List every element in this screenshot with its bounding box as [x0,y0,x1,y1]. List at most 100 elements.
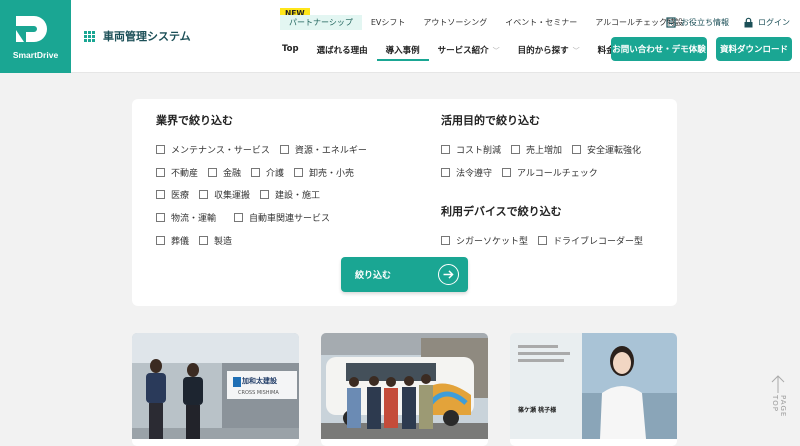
checkbox-box[interactable] [511,145,521,154]
case-study-card[interactable] [321,333,488,446]
checkbox-box[interactable] [156,145,165,154]
checkbox-label: 安全運転強化 [587,146,642,156]
case-study-card[interactable]: 加和太建設 CROSS MISHIMA [132,333,299,446]
nav-services-label: サービス紹介 [437,46,489,56]
checkbox-cigar-socket[interactable]: シガーソケット型 [441,234,528,247]
nav-case-studies[interactable]: 導入事例 [376,44,429,61]
book-icon [666,17,676,28]
checkbox-care[interactable]: 介護 [251,166,284,179]
industry-filter-title: 業界で絞り込む [156,114,233,127]
checkbox-funeral[interactable]: 葬儀 [156,234,189,247]
checkbox-energy[interactable]: 資源・エネルギー [279,143,367,156]
brand-name: SmartDrive [12,50,59,60]
checkbox-sales-increase[interactable]: 売上増加 [511,143,562,156]
industry-row: 物流・運輸 自動車関連サービス [156,211,340,224]
checkbox-label: 物流・運輸 [171,214,217,224]
checkbox-box[interactable] [260,190,270,199]
useful-info-label: お役立ち情報 [681,18,729,27]
checkbox-logistics[interactable]: 物流・運輸 [156,211,216,224]
checkbox-construction[interactable]: 建設・施工 [260,188,320,201]
topnav-partnership[interactable]: パートナーシップ [280,15,362,30]
nav-top[interactable]: Top [273,44,308,61]
login-link[interactable]: ログイン [743,17,790,28]
checkbox-auto-services[interactable]: 自動車関連サービス [234,211,330,224]
nav-by-purpose[interactable]: 目的から探す ﹀ [509,44,589,61]
device-filter-title: 利用デバイスで絞り込む [441,205,562,218]
checkbox-label: アルコールチェック [517,169,598,179]
checkbox-box[interactable] [208,168,218,177]
login-label: ログイン [758,18,790,27]
checkbox-box[interactable] [572,145,582,154]
checkbox-label: 不動産 [171,169,199,179]
logo-mark-icon [16,16,47,42]
checkbox-label: 介護 [266,169,285,179]
checkbox-alcohol-check[interactable]: アルコールチェック [502,166,598,179]
checkbox-box[interactable] [441,236,450,245]
checkbox-real-estate[interactable]: 不動産 [156,166,198,179]
checkbox-safe-driving[interactable]: 安全運転強化 [572,143,641,156]
checkbox-box[interactable] [441,145,450,154]
checkbox-label: 売上増加 [526,146,563,156]
topnav-ev-shift[interactable]: EVシフト [362,17,415,30]
checkbox-label: 葬儀 [171,237,190,247]
checkbox-box[interactable] [156,213,165,222]
checkbox-label: 卸売・小売 [309,169,355,179]
checkbox-box[interactable] [234,213,244,222]
checkbox-box[interactable] [199,236,209,245]
checkbox-box[interactable] [441,168,450,177]
checkbox-label: 資源・エネルギー [294,146,367,156]
checkbox-box[interactable] [156,190,165,199]
main-nav: Top 選ばれる理由 導入事例 サービス紹介 ﹀ 目的から探す ﹀ 料金 [273,44,624,61]
checkbox-maintenance[interactable]: メンテナンス・サービス [156,143,270,156]
case-photo-van-team [321,333,488,439]
checkbox-box[interactable] [156,168,165,177]
arrow-up-icon [771,375,785,393]
purpose-row: コスト削減 売上増加 安全運転強化 [441,143,651,156]
system-name-link[interactable]: 車両管理システム [84,28,191,44]
checkbox-retail[interactable]: 卸売・小売 [294,166,354,179]
checkbox-drive-recorder[interactable]: ドライブレコーダー型 [538,234,643,247]
checkbox-label: 建設・施工 [275,191,321,201]
checkbox-box[interactable] [294,168,304,177]
case-caption: 篠ケ瀬 桃子様 [518,407,557,414]
topnav-events[interactable]: イベント・セミナー [496,17,586,30]
system-name: 車両管理システム [103,30,191,43]
download-button[interactable]: 資料ダウンロード [716,37,792,61]
checkbox-cost-reduction[interactable]: コスト削減 [441,143,501,156]
checkbox-box[interactable] [538,236,548,245]
case-caption-sub: CROSS MISHIMA [238,390,279,396]
page-top-label: PAGE TOP [771,395,787,418]
checkbox-label: メンテナンス・サービス [171,146,270,156]
useful-info-link[interactable]: お役立ち情報 [666,17,729,28]
checkbox-box[interactable] [156,236,165,245]
checkbox-medical[interactable]: 医療 [156,188,189,201]
purpose-row: 法令遵守 アルコールチェック [441,166,608,179]
checkbox-label: 自動車関連サービス [249,214,331,224]
contact-demo-button[interactable]: お問い合わせ・デモ体験 [611,37,707,61]
checkbox-manufacturing[interactable]: 製造 [199,234,232,247]
checkbox-box[interactable] [199,190,209,199]
checkbox-compliance[interactable]: 法令遵守 [441,166,492,179]
case-caption: 加和太建設 [242,377,277,385]
filter-submit-button[interactable]: 絞り込む [341,257,468,292]
industry-row: 葬儀 製造 [156,234,242,247]
topnav-outsourcing[interactable]: アウトソーシング [414,17,496,30]
checkbox-finance[interactable]: 金融 [208,166,241,179]
nav-reasons[interactable]: 選ばれる理由 [308,44,377,61]
checkbox-label: 法令遵守 [456,169,493,179]
page-top-button[interactable]: PAGE TOP [765,373,791,433]
grid-icon [84,30,95,42]
nav-by-purpose-label: 目的から探す [517,46,569,56]
smartdrive-logo[interactable]: SmartDrive [0,0,71,73]
purpose-filter-title: 活用目的で絞り込む [441,114,540,127]
filter-submit-label: 絞り込む [355,271,392,281]
nav-services[interactable]: サービス紹介 ﹀ [429,44,509,61]
checkbox-collection[interactable]: 収集運搬 [199,188,250,201]
industry-row: 医療 収集運搬 建設・施工 [156,188,330,201]
checkbox-box[interactable] [251,168,261,177]
checkbox-label: 収集運搬 [214,191,251,201]
checkbox-box[interactable] [279,145,289,154]
case-study-card[interactable]: 篠ケ瀬 桃子様 [510,333,677,446]
site-header: SmartDrive 車両管理システム NEW パートナーシップ EVシフト ア… [0,0,800,73]
checkbox-box[interactable] [502,168,512,177]
